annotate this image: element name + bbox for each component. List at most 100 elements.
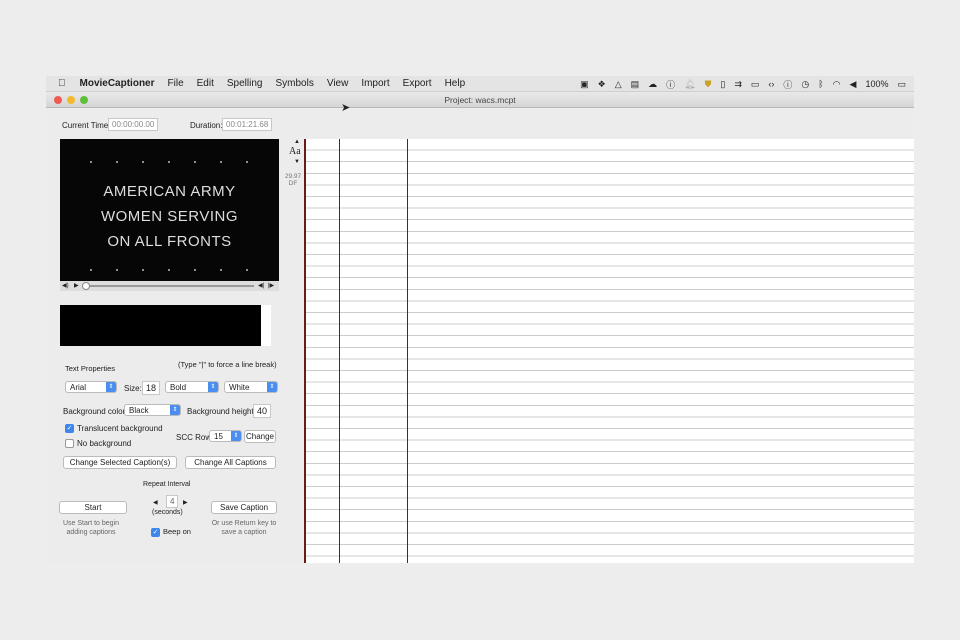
display-icon[interactable]: ▭ [751,79,760,90]
menu-help[interactable]: Help [445,78,466,89]
bg-color-value: Black [129,406,149,415]
menu-spelling[interactable]: Spelling [227,78,263,89]
bg-color-select[interactable]: Black ⇕ [124,404,181,416]
step-forward-icon[interactable]: |▶ [268,282,274,289]
plug-icon[interactable]: ⇉ [734,79,742,90]
scc-row-label: SCC Row: [176,433,214,442]
font-value: Arial [70,383,87,392]
repeat-interval-field[interactable]: 4 [166,495,179,508]
repeat-interval-label: Repeat Interval [143,481,191,488]
menu-file[interactable]: File [168,78,184,89]
save-caption-button[interactable]: Save Caption [211,501,277,514]
start-button[interactable]: Start [59,501,127,514]
video-dots [78,269,261,271]
step-back-icon[interactable]: ◀| [258,282,264,289]
seconds-label: (seconds) [152,509,183,516]
chevron-updown-icon: ⇕ [208,382,218,392]
scc-row-select[interactable]: 15 ⇕ [209,430,242,442]
start-note: Use Start to begin adding captions [62,520,120,536]
scc-row-value: 15 [214,432,223,441]
book-icon[interactable]: ▤ [631,79,640,90]
video-player[interactable]: AMERICAN ARMY WOMEN SERVING ON ALL FRONT… [60,139,279,281]
main-window: Current Time: 00:00:00.00 Duration: 00:0… [46,108,914,563]
current-time-label: Current Time: [62,121,111,130]
current-time-field[interactable]: 00:00:00.00 [108,118,159,131]
increment-icon[interactable]: ▶ [183,499,188,506]
change-selected-captions-button[interactable]: Change Selected Caption(s) [63,456,177,469]
dropbox-icon[interactable]: ❖ [598,79,606,90]
time-machine-icon[interactable]: ◷ [801,79,809,90]
cloud-icon[interactable]: ☁ [648,79,657,90]
title-bar: Project: wacs.mcpt [46,92,914,108]
caption-preview[interactable] [60,305,271,346]
line-break-hint: (Type "|" to force a line break) [178,360,277,369]
font-up-icon[interactable]: ▲ [294,139,300,145]
menu-symbols[interactable]: Symbols [275,78,313,89]
mouse-cursor-icon: ➤ [341,102,351,114]
volume-icon[interactable]: ◀ [850,79,857,90]
status-icons: ▣ ❖ △ ▤ ☁ ⓘ 🔔︎ ⛊ ▯ ⇉ ▭ ‹› ⓘ ◷ ᛒ ◠ ◀ 100%… [580,76,906,92]
column-divider[interactable] [339,139,340,563]
color-select[interactable]: White ⇕ [224,381,278,393]
bell-icon[interactable]: 🔔︎ [684,79,695,90]
fps-mode: DF [288,180,298,187]
weight-value: Bold [170,383,187,392]
font-size-label: Aa [289,146,301,157]
apple-menu-icon[interactable]:  [58,78,66,89]
checkmark-icon: ✓ [65,424,74,434]
wifi-icon[interactable]: ◠ [833,79,841,90]
font-down-icon[interactable]: ▼ [294,159,300,165]
shield-icon[interactable]: ⛊ [705,79,712,90]
decrement-icon[interactable]: ◀ [153,499,158,506]
fps-value: 29.97 [284,173,302,180]
menu-import[interactable]: Import [361,78,389,89]
no-background-checkbox[interactable]: No background [65,439,132,449]
frame-rate: 29.97 DF [283,173,303,187]
scrubber-track[interactable] [84,285,254,287]
scc-change-button[interactable]: Change [244,430,276,443]
chevron-updown-icon: ⇕ [267,382,277,392]
info-icon[interactable]: ⓘ [666,78,675,91]
menu-app[interactable]: MovieCaptioner [80,78,155,89]
text-properties-title: Text Properties [65,364,116,373]
drive-icon[interactable]: △ [615,79,622,90]
no-background-label: No background [77,439,132,448]
video-line: ON ALL FRONTS [107,233,232,250]
volume-icon[interactable]: ◀) [62,282,69,289]
bg-color-label: Background color [63,407,126,416]
bluetooth-icon[interactable]: ᛒ [818,79,823,89]
duration-label: Duration: [190,121,223,130]
font-select[interactable]: Arial ⇕ [65,381,117,393]
bg-height-label: Background height [187,407,254,416]
play-icon[interactable]: ▶ [74,282,79,289]
video-title-text: AMERICAN ARMY WOMEN SERVING ON ALL FRONT… [60,179,279,254]
battery-percent: 100% [865,79,889,89]
color-value: White [229,383,250,392]
code-icon[interactable]: ‹› [768,79,774,89]
beep-checkbox[interactable]: ✓ Beep on [151,527,191,537]
translucent-label: Translucent background [77,424,163,433]
column-divider[interactable] [407,139,408,563]
camera-icon[interactable]: ▣ [580,79,589,90]
video-line: WOMEN SERVING [100,208,239,225]
bg-height-field[interactable]: 40 [253,404,272,418]
save-note: Or use Return key to save a caption [211,520,277,536]
checkbox-box [65,439,74,449]
size-label: Size: [124,384,142,393]
size-field[interactable]: 18 [142,381,161,395]
menu-edit[interactable]: Edit [197,78,214,89]
change-all-captions-button[interactable]: Change All Captions [185,456,276,469]
window-title: Project: wacs.mcpt [444,95,516,105]
chevron-updown-icon: ⇕ [106,382,116,392]
menu-bar:  MovieCaptioner File Edit Spelling Symb… [46,76,914,92]
scrubber-handle[interactable] [82,282,90,290]
menu-export[interactable]: Export [403,78,432,89]
caption-list[interactable] [304,139,914,563]
accessibility-icon[interactable]: ⓘ [783,78,792,91]
beep-label: Beep on [163,527,191,536]
menu-view[interactable]: View [327,78,349,89]
mouse-icon[interactable]: ▯ [720,79,725,90]
translucent-checkbox[interactable]: ✓ Translucent background [65,424,163,434]
battery-icon[interactable]: ▭ [897,79,906,90]
weight-select[interactable]: Bold ⇕ [165,381,219,393]
